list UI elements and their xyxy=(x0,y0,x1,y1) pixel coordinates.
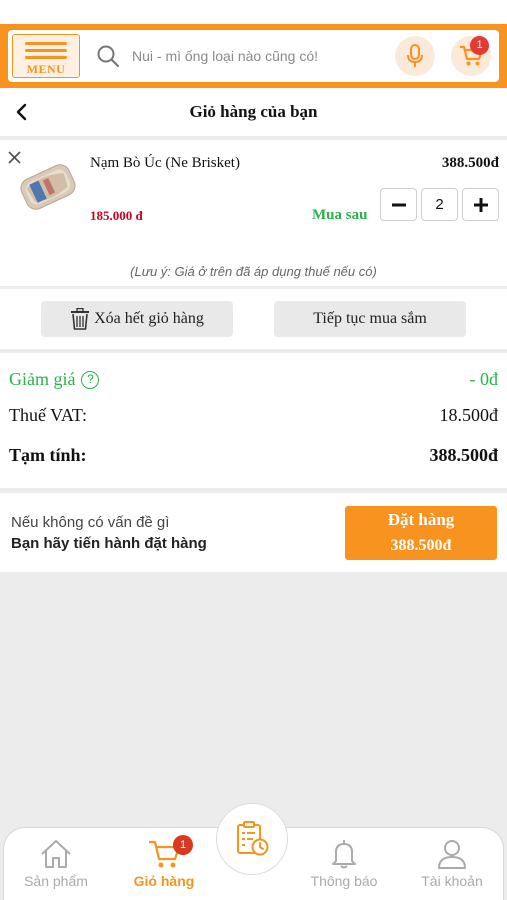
product-image[interactable] xyxy=(18,157,78,217)
nav-item-products[interactable]: Sản phẩm xyxy=(6,838,106,898)
menu-button[interactable]: MENU xyxy=(12,34,80,78)
unit-price: 185.000 đ xyxy=(90,208,143,223)
user-icon xyxy=(438,840,466,869)
subtotal-value: 388.500đ xyxy=(429,445,498,465)
checkout-bar: Nếu không có vấn đề gì Bạn hãy tiến hành… xyxy=(0,493,507,572)
home-icon xyxy=(41,840,71,868)
page-header: Giỏ hàng của bạn xyxy=(0,88,507,136)
order-history-icon xyxy=(237,821,269,856)
place-order-label: Đặt hàng xyxy=(387,510,455,529)
nav-item-account[interactable]: Tài khoản xyxy=(402,838,502,898)
cart-count-badge: 1 xyxy=(470,36,489,55)
status-bar xyxy=(0,0,507,24)
checkout-prompt: Bạn hãy tiến hành đặt hàng xyxy=(11,535,207,552)
discount-row[interactable]: Giảm giá? - 0đ xyxy=(0,369,507,397)
mic-button[interactable] xyxy=(395,36,435,76)
subtotal-row: Tạm tính: 388.500đ xyxy=(0,445,507,473)
search-icon xyxy=(97,45,120,68)
product-name[interactable]: Nạm Bò Úc (Ne Brisket) xyxy=(90,155,240,172)
buy-later-button[interactable]: Mua sau xyxy=(312,207,367,224)
bell-icon xyxy=(332,840,356,869)
nav-label-notifications: Thông báo xyxy=(310,873,378,889)
hamburger-icon xyxy=(25,42,67,45)
continue-shopping-label: Tiếp tục mua sắm xyxy=(313,310,427,327)
cart-item-list: Nạm Bò Úc (Ne Brisket) 388.500đ 185.000 … xyxy=(0,140,507,286)
search-bar: MENU xyxy=(8,30,499,82)
discount-label: Giảm giá? xyxy=(9,369,100,390)
minus-icon xyxy=(391,203,406,206)
continue-shopping-button[interactable]: Tiếp tục mua sắm xyxy=(274,301,466,337)
item-total-price: 388.500đ xyxy=(441,155,499,171)
place-order-button[interactable]: Đặt hàng 388.500đ xyxy=(345,506,497,560)
tax-note: (Lưu ý: Giá ở trên đã áp dụng thuế nếu c… xyxy=(130,264,377,279)
vat-value: 18.500đ xyxy=(439,405,499,425)
nav-item-notifications[interactable]: Thông báo xyxy=(294,838,394,898)
page-title: Giỏ hàng của bạn xyxy=(189,102,318,121)
cart-nav-badge: 1 xyxy=(173,835,193,855)
place-order-total: 388.500đ xyxy=(390,537,452,554)
nav-item-cart[interactable]: 1 Giỏ hàng xyxy=(114,835,214,898)
plus-icon xyxy=(473,197,488,212)
quantity-input[interactable]: 2 xyxy=(421,188,458,221)
nav-label-products: Sản phẩm xyxy=(24,873,88,889)
nav-label-account: Tài khoản xyxy=(421,873,483,889)
subtotal-label: Tạm tính: xyxy=(9,445,87,465)
help-icon[interactable]: ? xyxy=(81,371,100,389)
top-bar: MENU 1 xyxy=(0,24,507,88)
decrease-quantity-button[interactable] xyxy=(380,188,417,221)
menu-label: MENU xyxy=(26,62,66,76)
nav-label-cart: Giỏ hàng xyxy=(133,873,195,889)
clear-cart-label: Xóa hết giỏ hàng xyxy=(94,310,204,327)
order-history-button[interactable] xyxy=(216,803,288,875)
checkout-message: Nếu không có vấn đề gì xyxy=(11,514,170,531)
search-input[interactable] xyxy=(132,42,392,70)
vat-label: Thuế VAT: xyxy=(9,405,87,425)
discount-value: - 0đ xyxy=(469,369,499,389)
increase-quantity-button[interactable] xyxy=(462,188,499,221)
vat-row: Thuế VAT: 18.500đ xyxy=(0,405,507,433)
clear-cart-button[interactable]: Xóa hết giỏ hàng xyxy=(41,301,233,337)
cart-actions: Xóa hết giỏ hàng Tiếp tục mua sắm xyxy=(0,289,507,349)
order-summary: Giảm giá? - 0đ Thuế VAT: 18.500đ Tạm tín… xyxy=(0,353,507,488)
microphone-icon xyxy=(407,44,423,67)
trash-icon xyxy=(71,308,90,330)
